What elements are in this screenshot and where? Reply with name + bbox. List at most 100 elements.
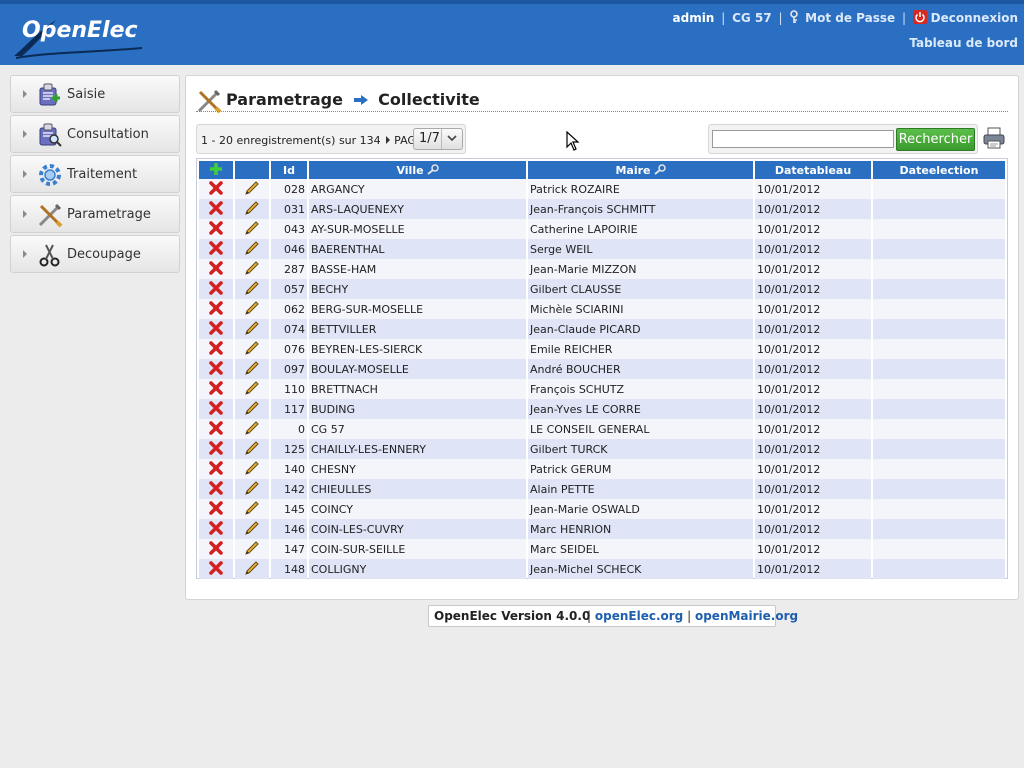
edit-cell[interactable] xyxy=(235,199,269,219)
id-cell[interactable]: 110 xyxy=(271,379,307,399)
delete-icon[interactable] xyxy=(209,420,223,435)
delete-cell[interactable] xyxy=(199,259,233,279)
ville-cell[interactable]: CG 57 xyxy=(309,419,526,439)
ville-cell[interactable]: BETTVILLER xyxy=(309,319,526,339)
delete-cell[interactable] xyxy=(199,459,233,479)
id-cell[interactable]: 043 xyxy=(271,219,307,239)
id-cell[interactable]: 140 xyxy=(271,459,307,479)
sidebar-item-traitement[interactable]: Traitement xyxy=(10,155,180,193)
id-cell[interactable]: 097 xyxy=(271,359,307,379)
delete-cell[interactable] xyxy=(199,439,233,459)
ville-cell[interactable]: BRETTNACH xyxy=(309,379,526,399)
id-cell[interactable]: 028 xyxy=(271,179,307,199)
breadcrumb-parent[interactable]: Parametrage xyxy=(226,90,343,109)
dropdown-toggle[interactable] xyxy=(441,129,462,149)
delete-icon[interactable] xyxy=(209,560,223,575)
id-cell[interactable]: 074 xyxy=(271,319,307,339)
id-cell[interactable]: 076 xyxy=(271,339,307,359)
edit-pencil-icon[interactable] xyxy=(244,240,260,255)
delete-cell[interactable] xyxy=(199,419,233,439)
table-row[interactable]: 125 CHAILLY-LES-ENNERY Gilbert TURCK 10/01/… xyxy=(199,439,1005,459)
table-row[interactable]: 057 BECHY Gilbert CLAUSSE 10/01/2012 xyxy=(199,279,1005,299)
table-row[interactable]: 074 BETTVILLER Jean-Claude PICARD 10/01/201… xyxy=(199,319,1005,339)
edit-cell[interactable] xyxy=(235,219,269,239)
ville-cell[interactable]: BASSE-HAM xyxy=(309,259,526,279)
next-arrow-icon[interactable] xyxy=(386,136,391,144)
table-row[interactable]: 146 COIN-LES-CUVRY Marc HENRION 10/01/2012 xyxy=(199,519,1005,539)
delete-cell[interactable] xyxy=(199,339,233,359)
edit-cell[interactable] xyxy=(235,379,269,399)
edit-cell[interactable] xyxy=(235,319,269,339)
openelec-link[interactable]: openElec.org xyxy=(595,609,683,623)
sort-icon[interactable] xyxy=(426,163,439,175)
edit-cell[interactable] xyxy=(235,299,269,319)
id-cell[interactable]: 125 xyxy=(271,439,307,459)
edit-cell[interactable] xyxy=(235,419,269,439)
delete-cell[interactable] xyxy=(199,279,233,299)
delete-cell[interactable] xyxy=(199,199,233,219)
table-row[interactable]: 147 COIN-SUR-SEILLE Marc SEIDEL 10/01/2012 xyxy=(199,539,1005,559)
logout-link[interactable]: Deconnexion xyxy=(931,11,1018,25)
search-input[interactable] xyxy=(712,130,894,148)
edit-pencil-icon[interactable] xyxy=(244,280,260,295)
edit-pencil-icon[interactable] xyxy=(244,220,260,235)
id-cell[interactable]: 287 xyxy=(271,259,307,279)
delete-icon[interactable] xyxy=(209,240,223,255)
delete-icon[interactable] xyxy=(209,260,223,275)
table-row[interactable]: 097 BOULAY-MOSELLE André BOUCHER 10/01/2012 xyxy=(199,359,1005,379)
ville-cell[interactable]: BOULAY-MOSELLE xyxy=(309,359,526,379)
edit-cell[interactable] xyxy=(235,179,269,199)
edit-pencil-icon[interactable] xyxy=(244,300,260,315)
delete-cell[interactable] xyxy=(199,239,233,259)
table-row[interactable]: 028 ARGANCY Patrick ROZAIRE 10/01/2012 xyxy=(199,179,1005,199)
password-link[interactable]: Mot de Passe xyxy=(805,11,895,25)
delete-cell[interactable] xyxy=(199,479,233,499)
ville-cell[interactable]: BECHY xyxy=(309,279,526,299)
dashboard-link[interactable]: Tableau de bord xyxy=(909,36,1018,50)
ville-cell[interactable]: COLLIGNY xyxy=(309,559,526,579)
ville-cell[interactable]: ARGANCY xyxy=(309,179,526,199)
delete-icon[interactable] xyxy=(209,280,223,295)
delete-cell[interactable] xyxy=(199,499,233,519)
delete-icon[interactable] xyxy=(209,320,223,335)
sidebar-item-decoupage[interactable]: Decoupage xyxy=(10,235,180,273)
table-row[interactable]: 145 COINCY Jean-Marie OSWALD 10/01/2012 xyxy=(199,499,1005,519)
table-row[interactable]: 110 BRETTNACH François SCHUTZ 10/01/2012 xyxy=(199,379,1005,399)
edit-pencil-icon[interactable] xyxy=(244,560,260,575)
edit-pencil-icon[interactable] xyxy=(244,380,260,395)
ville-cell[interactable]: BUDING xyxy=(309,399,526,419)
openmairie-link[interactable]: openMairie.org xyxy=(695,609,798,623)
id-cell[interactable]: 146 xyxy=(271,519,307,539)
delete-cell[interactable] xyxy=(199,519,233,539)
table-row[interactable]: 046 BAERENTHAL Serge WEIL 10/01/2012 xyxy=(199,239,1005,259)
edit-cell[interactable] xyxy=(235,499,269,519)
username[interactable]: admin xyxy=(673,11,715,25)
ville-cell[interactable]: COIN-SUR-SEILLE xyxy=(309,539,526,559)
edit-cell[interactable] xyxy=(235,359,269,379)
ville-cell[interactable]: CHESNY xyxy=(309,459,526,479)
edit-pencil-icon[interactable] xyxy=(244,460,260,475)
edit-cell[interactable] xyxy=(235,279,269,299)
delete-icon[interactable] xyxy=(209,180,223,195)
id-cell[interactable]: 147 xyxy=(271,539,307,559)
search-button[interactable]: Rechercher xyxy=(896,128,975,151)
ville-cell[interactable]: BAERENTHAL xyxy=(309,239,526,259)
edit-pencil-icon[interactable] xyxy=(244,200,260,215)
edit-cell[interactable] xyxy=(235,259,269,279)
ville-column-header[interactable]: Ville xyxy=(309,161,526,179)
edit-cell[interactable] xyxy=(235,339,269,359)
sidebar-item-consultation[interactable]: Consultation xyxy=(10,115,180,153)
edit-pencil-icon[interactable] xyxy=(244,480,260,495)
delete-cell[interactable] xyxy=(199,539,233,559)
table-row[interactable]: 031 ARS-LAQUENEXY Jean-François SCHMITT 10/… xyxy=(199,199,1005,219)
id-column-header[interactable]: Id xyxy=(271,161,307,179)
edit-pencil-icon[interactable] xyxy=(244,360,260,375)
ville-cell[interactable]: CHIEULLES xyxy=(309,479,526,499)
delete-icon[interactable] xyxy=(209,220,223,235)
id-cell[interactable]: 145 xyxy=(271,499,307,519)
edit-pencil-icon[interactable] xyxy=(244,400,260,415)
delete-cell[interactable] xyxy=(199,299,233,319)
edit-pencil-icon[interactable] xyxy=(244,520,260,535)
delete-icon[interactable] xyxy=(209,460,223,475)
edit-cell[interactable] xyxy=(235,559,269,579)
